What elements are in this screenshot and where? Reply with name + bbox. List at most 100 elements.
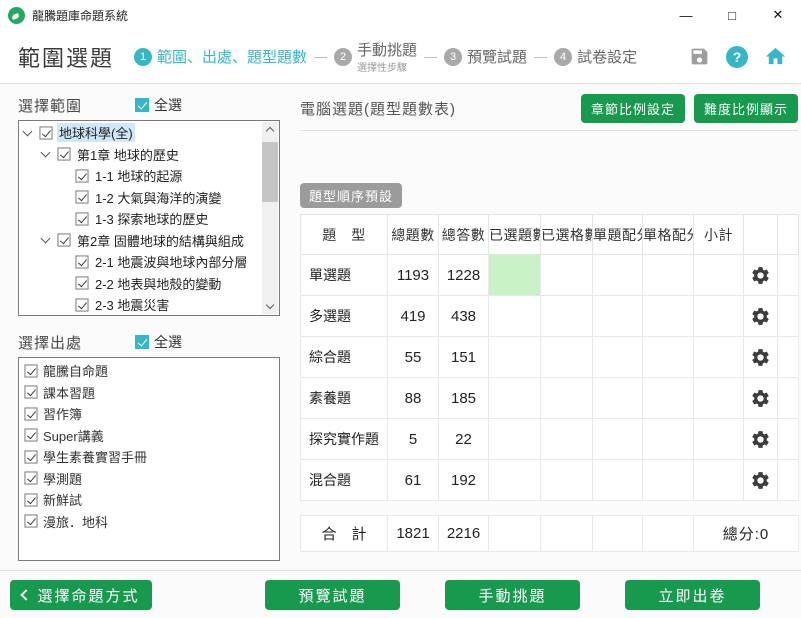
app-header: 範圍選題 1範圍、出處、題型題數—2手動挑題選擇性步驟—3預覽試題—4試卷設定 …	[0, 30, 801, 84]
home-icon[interactable]	[763, 45, 787, 69]
scroll-down-icon[interactable]	[262, 299, 278, 314]
tree-item[interactable]: 1-3 探索地球的歷史	[20, 208, 261, 230]
window-titlebar: 龍騰題庫命題系統 — □ ✕	[0, 0, 801, 30]
per-grid-score-cell[interactable]	[643, 296, 694, 337]
checkbox-checked-icon[interactable]	[135, 98, 149, 112]
source-item[interactable]: Super講義	[19, 425, 279, 447]
per-question-score-cell[interactable]	[593, 378, 643, 419]
checkbox-checked-icon[interactable]	[24, 493, 37, 506]
selected-count-cell[interactable]	[489, 296, 541, 337]
manual-pick-button[interactable]: 手動挑題	[445, 580, 580, 610]
per-grid-score-cell[interactable]	[643, 378, 694, 419]
per-grid-score-cell[interactable]	[643, 460, 694, 501]
tree-item[interactable]: 1-2 大氣與海洋的演變	[20, 187, 261, 209]
checkbox-checked-icon[interactable]	[39, 126, 52, 139]
checkbox-checked-icon[interactable]	[24, 386, 37, 399]
selected-count-cell[interactable]	[489, 460, 541, 501]
gear-icon[interactable]	[750, 306, 771, 327]
gear-icon[interactable]	[750, 429, 771, 450]
chevron-down-icon[interactable]	[41, 148, 51, 158]
chapter-ratio-button[interactable]: 章節比例設定	[581, 94, 685, 123]
source-item[interactable]: 龍騰自命題	[19, 360, 279, 382]
close-button[interactable]: ✕	[755, 0, 801, 30]
checkbox-checked-icon[interactable]	[135, 335, 149, 349]
checkbox-checked-icon[interactable]	[75, 255, 88, 268]
wizard-step-3[interactable]: 3預覽試題	[444, 46, 527, 67]
chevron-down-icon[interactable]	[23, 126, 33, 136]
checkbox-checked-icon[interactable]	[75, 212, 88, 225]
checkbox-checked-icon[interactable]	[24, 472, 37, 485]
source-item-label: 新鮮試	[43, 490, 82, 509]
tree-item[interactable]: 地球科學(全)	[20, 122, 261, 144]
question-order-tag[interactable]: 題型順序預設	[300, 183, 402, 208]
tree-item[interactable]: 2-2 地表與地殼的變動	[20, 273, 261, 295]
scrollbar-thumb[interactable]	[262, 142, 278, 202]
checkbox-checked-icon[interactable]	[24, 429, 37, 442]
tree-item[interactable]: 第2章 固體地球的結構與組成	[20, 230, 261, 252]
source-item[interactable]: 學測題	[19, 468, 279, 490]
gear-icon[interactable]	[750, 347, 771, 368]
difficulty-ratio-button[interactable]: 難度比例顯示	[694, 94, 798, 123]
gear-icon[interactable]	[750, 388, 771, 409]
chevron-down-icon[interactable]	[41, 234, 51, 244]
selected-grid-cell[interactable]	[541, 419, 593, 460]
checkbox-checked-icon[interactable]	[75, 191, 88, 204]
gear-icon[interactable]	[750, 265, 771, 286]
maximize-button[interactable]: □	[709, 0, 755, 30]
per-grid-score-cell[interactable]	[643, 419, 694, 460]
selected-count-cell[interactable]	[489, 419, 541, 460]
selected-grid-cell[interactable]	[541, 296, 593, 337]
source-item[interactable]: 漫旅．地科	[19, 511, 279, 533]
tree-scrollbar[interactable]	[262, 122, 278, 314]
source-item[interactable]: 學生素養實習手冊	[19, 446, 279, 468]
checkbox-checked-icon[interactable]	[24, 450, 37, 463]
help-icon[interactable]: ?	[726, 46, 748, 68]
checkbox-checked-icon[interactable]	[24, 407, 37, 420]
per-question-score-cell[interactable]	[593, 255, 643, 296]
selected-grid-cell[interactable]	[541, 337, 593, 378]
wizard-step-1[interactable]: 1範圍、出處、題型題數	[134, 46, 307, 67]
checkbox-checked-icon[interactable]	[57, 148, 70, 161]
tree-item[interactable]: 1-1 地球的起源	[20, 165, 261, 187]
source-item[interactable]: 新鮮試	[19, 489, 279, 511]
scope-select-all[interactable]: 全選	[135, 95, 182, 115]
tree-item[interactable]: 2-3 地震災害	[20, 294, 261, 314]
tree-item[interactable]: 2-1 地震波與地球內部分層	[20, 251, 261, 273]
per-grid-score-cell[interactable]	[643, 255, 694, 296]
save-icon[interactable]	[687, 45, 711, 69]
selected-count-cell[interactable]	[489, 378, 541, 419]
selected-grid-cell[interactable]	[541, 255, 593, 296]
checkbox-checked-icon[interactable]	[75, 277, 88, 290]
per-question-score-cell[interactable]	[593, 419, 643, 460]
checkbox-checked-icon[interactable]	[24, 364, 37, 377]
source-item[interactable]: 習作簿	[19, 403, 279, 425]
selected-grid-cell[interactable]	[541, 378, 593, 419]
checkbox-checked-icon[interactable]	[75, 169, 88, 182]
back-to-method-button[interactable]: 選擇命題方式	[10, 580, 152, 610]
minimize-button[interactable]: —	[663, 0, 709, 30]
tree-item[interactable]: 第1章 地球的歷史	[20, 144, 261, 166]
per-question-score-cell[interactable]	[593, 296, 643, 337]
checkbox-checked-icon[interactable]	[75, 298, 88, 311]
gear-icon[interactable]	[750, 470, 771, 491]
wizard-step-4[interactable]: 4試卷設定	[554, 46, 637, 67]
scrollbar-track[interactable]	[262, 137, 278, 299]
selected-count-cell[interactable]	[489, 337, 541, 378]
generate-paper-button[interactable]: 立即出卷	[625, 580, 760, 610]
scroll-up-icon[interactable]	[262, 122, 278, 137]
source-select-all[interactable]: 全選	[135, 332, 182, 352]
column-header: 單格配分	[643, 215, 694, 255]
wizard-step-2[interactable]: 2手動挑題選擇性步驟	[334, 39, 417, 74]
per-grid-score-cell[interactable]	[643, 337, 694, 378]
per-question-score-cell[interactable]	[593, 337, 643, 378]
main-title: 電腦選題(題型題數表)	[300, 98, 456, 119]
preview-questions-button[interactable]: 預覽試題	[265, 580, 400, 610]
per-question-score-cell[interactable]	[593, 460, 643, 501]
checkbox-checked-icon[interactable]	[57, 234, 70, 247]
window-controls: — □ ✕	[663, 0, 801, 30]
step-number: 1	[134, 48, 152, 66]
selected-count-cell[interactable]	[489, 255, 541, 296]
selected-grid-cell[interactable]	[541, 460, 593, 501]
checkbox-checked-icon[interactable]	[24, 515, 37, 528]
source-item[interactable]: 課本習題	[19, 382, 279, 404]
